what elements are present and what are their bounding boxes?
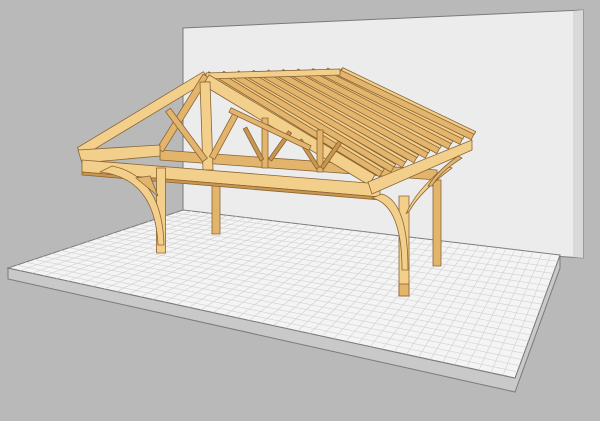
post-back-right bbox=[432, 179, 442, 267]
3d-scene bbox=[6, 9, 584, 393]
render-viewport bbox=[0, 0, 600, 421]
post-foot-front-right bbox=[398, 283, 410, 297]
back-wall-side-shade bbox=[573, 10, 583, 258]
